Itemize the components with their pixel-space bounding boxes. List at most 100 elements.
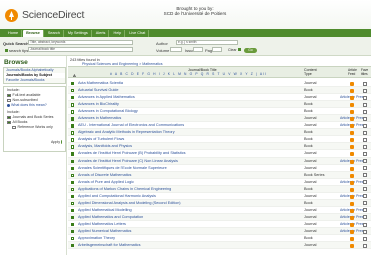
rss-feed-icon[interactable] — [350, 103, 354, 108]
favorite-checkbox[interactable] — [363, 243, 367, 248]
keywords-field[interactable]: Title, abstract, keywords — [28, 40, 133, 45]
title-link[interactable]: Applied Mathematics and Computation — [78, 214, 143, 221]
favorite-checkbox[interactable] — [363, 187, 367, 192]
rss-feed-icon[interactable] — [350, 124, 354, 129]
favorite-checkbox[interactable] — [363, 130, 367, 135]
favorite-checkbox[interactable] — [363, 194, 367, 199]
favorite-checkbox[interactable] — [363, 215, 367, 220]
title-link[interactable]: Advances in BioChirality — [78, 101, 119, 108]
table-row: Advances in BioChirality Book — [68, 101, 371, 109]
favorite-checkbox[interactable] — [363, 137, 367, 142]
rss-feed-icon[interactable] — [350, 215, 354, 220]
rss-feed-icon[interactable] — [350, 152, 354, 157]
apply-button[interactable]: Apply — [51, 139, 62, 144]
nav-browse[interactable]: Browse — [23, 29, 44, 37]
rss-feed-icon[interactable] — [350, 208, 354, 213]
title-link[interactable]: Advances in Computational Biology — [78, 108, 138, 115]
favorite-checkbox[interactable] — [363, 222, 367, 227]
title-link[interactable]: Annals of Discrete Mathematics — [78, 172, 131, 179]
favorite-checkbox[interactable] — [363, 116, 367, 121]
rss-feed-icon[interactable] — [350, 138, 354, 143]
alphabet-filter[interactable]: # A B C D E F G H I J K L M N O P Q R S … — [110, 72, 267, 76]
issue-field[interactable] — [193, 47, 203, 52]
nav-home[interactable]: Home — [5, 29, 23, 37]
browse-favorites[interactable]: Favorite Journals/Books — [4, 78, 65, 83]
title-link[interactable]: Advances in Mathematics — [78, 115, 121, 122]
search-tips-link[interactable]: search tips — [5, 48, 28, 53]
rss-feed-icon[interactable] — [350, 222, 354, 227]
title-link[interactable]: Annales de l'Institut Henri Poincare (B)… — [78, 150, 186, 157]
favorite-checkbox[interactable] — [363, 201, 367, 206]
reference-works-checkbox[interactable] — [12, 125, 16, 130]
title-link[interactable]: Analysis of Turbulent Flows — [78, 136, 124, 143]
clear-button[interactable]: Clear — [228, 48, 241, 52]
volume-field[interactable] — [170, 47, 182, 52]
rss-feed-icon[interactable] — [350, 201, 354, 206]
whats-this-link[interactable]: What does this mean? — [4, 103, 65, 108]
page-field[interactable] — [212, 47, 222, 52]
rss-feed-icon[interactable] — [350, 82, 354, 86]
rss-feed-icon[interactable] — [350, 173, 354, 178]
rss-feed-icon[interactable] — [350, 229, 354, 234]
title-link[interactable]: Analysis, Manifolds and Physics — [78, 143, 132, 150]
favorite-checkbox[interactable] — [363, 236, 367, 241]
title-link[interactable]: Applied and Computational Harmonic Analy… — [78, 193, 156, 200]
favorite-checkbox[interactable] — [363, 109, 367, 114]
rss-feed-icon[interactable] — [350, 110, 354, 115]
journal-title-field[interactable]: Journal/book title — [28, 47, 133, 52]
all-books-checkbox[interactable] — [7, 120, 11, 125]
title-link[interactable]: Advances in Applied Mathematics — [78, 94, 135, 101]
title-link[interactable]: Algebraic and Analytic Methods in Repres… — [78, 129, 175, 136]
favorite-checkbox[interactable] — [363, 159, 367, 164]
nav-alerts[interactable]: Alerts — [93, 29, 110, 37]
nav-search[interactable]: Search — [45, 29, 64, 37]
reference-works-option[interactable]: Reference Works only — [4, 125, 65, 130]
favorite-checkbox[interactable] — [363, 152, 367, 157]
favorite-checkbox[interactable] — [363, 123, 367, 128]
title-link[interactable]: Actuarial Survival Guide — [78, 87, 119, 94]
rss-feed-icon[interactable] — [350, 187, 354, 192]
favorite-checkbox[interactable] — [363, 208, 367, 213]
favorite-checkbox[interactable] — [363, 166, 367, 171]
title-link[interactable]: Arbeitsgemeinschaft for Mathematics — [78, 242, 140, 249]
full-text-checkbox[interactable] — [7, 93, 11, 98]
title-link[interactable]: Applied Mathematics Letters — [78, 221, 126, 228]
title-link[interactable]: Acta Mathematica Scientia — [78, 80, 123, 87]
nav-help[interactable]: Help — [110, 29, 126, 37]
rss-feed-icon[interactable] — [350, 159, 354, 164]
favorite-checkbox[interactable] — [363, 95, 367, 100]
favorite-checkbox[interactable] — [363, 102, 367, 107]
sciencedirect-logo[interactable]: ScienceDirect — [4, 5, 104, 25]
favorite-checkbox[interactable] — [363, 88, 367, 93]
favorite-checkbox[interactable] — [363, 180, 367, 185]
rss-feed-icon[interactable] — [350, 180, 354, 185]
rss-feed-icon[interactable] — [350, 244, 354, 249]
title-link[interactable]: Annals of Pure and Applied Logic — [78, 179, 134, 186]
favorite-checkbox[interactable] — [363, 145, 367, 150]
title-link[interactable]: AEU - International Journal of Electroni… — [78, 122, 184, 129]
journals-series-checkbox[interactable] — [7, 115, 11, 120]
rss-feed-icon[interactable] — [350, 145, 354, 150]
title-link[interactable]: Applied Numerical Mathematics — [78, 228, 131, 235]
rss-feed-icon[interactable] — [350, 237, 354, 242]
rss-feed-icon[interactable] — [350, 89, 354, 94]
favorite-checkbox[interactable] — [363, 173, 367, 178]
title-link[interactable]: Applied Dimensional Analysis and Modelin… — [78, 200, 181, 207]
non-subscribed-checkbox[interactable] — [7, 98, 11, 103]
author-field[interactable]: e.g. j s smith — [176, 40, 238, 45]
favorite-checkbox[interactable] — [363, 229, 367, 234]
rss-feed-icon[interactable] — [350, 131, 354, 136]
nav-my-settings[interactable]: My Settings — [65, 29, 92, 37]
rss-feed-icon[interactable] — [350, 96, 354, 101]
rss-feed-icon[interactable] — [350, 194, 354, 199]
nav-live-chat[interactable]: Live Chat — [126, 29, 150, 37]
title-link[interactable]: Approximation Theory — [78, 235, 115, 242]
favorite-checkbox[interactable] — [363, 81, 367, 86]
title-link[interactable]: Applications of Markov Chains in Chemica… — [78, 186, 171, 193]
rss-feed-icon[interactable] — [350, 166, 354, 171]
title-link[interactable]: Applied Mathematical Modelling — [78, 207, 132, 214]
rss-feed-icon[interactable] — [350, 117, 354, 122]
go-button[interactable]: Go — [244, 48, 257, 53]
title-link[interactable]: Annales Scientifiques de l'Ecole Normale… — [78, 165, 167, 172]
title-link[interactable]: Annales de l'Institut Henri Poincare (C)… — [78, 158, 178, 165]
